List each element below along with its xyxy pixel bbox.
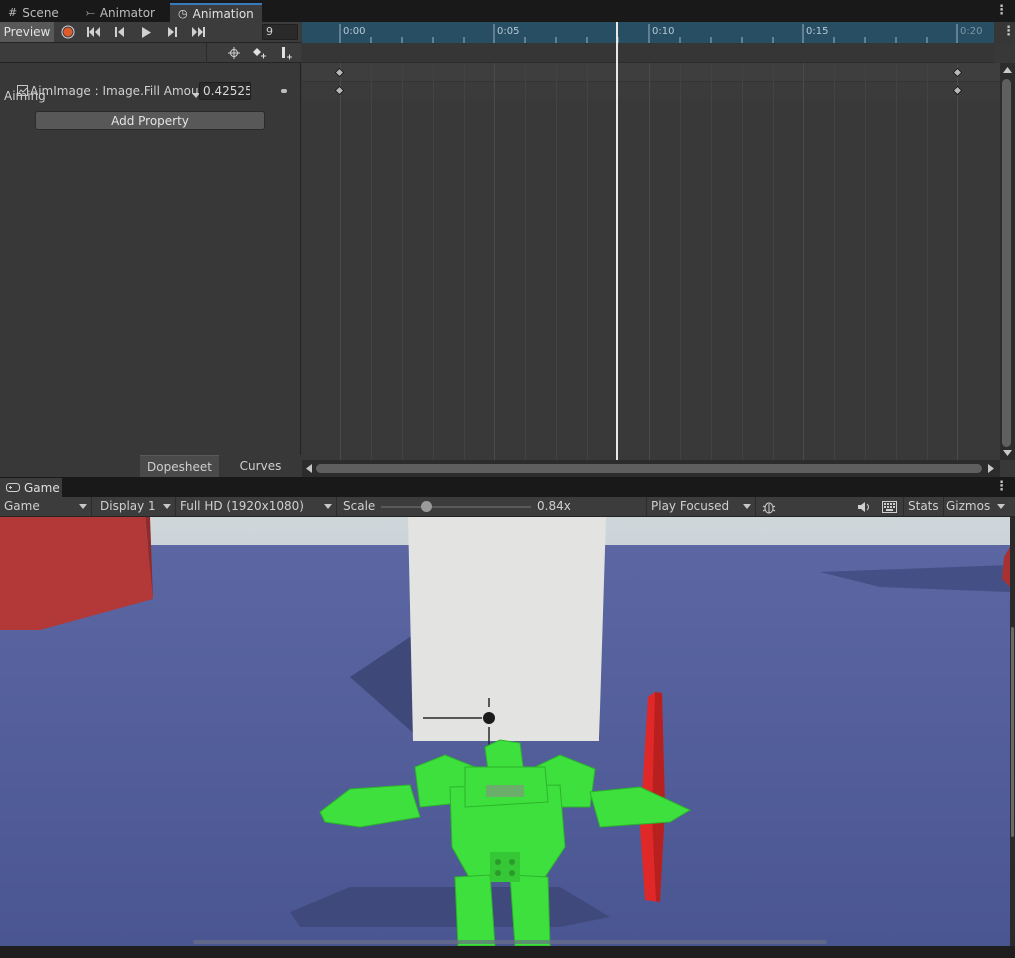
ruler-label: 0:00 xyxy=(343,26,366,37)
add-event-button[interactable] xyxy=(274,43,298,63)
ruler-label: 0:05 xyxy=(497,26,520,37)
tab-animation[interactable]: ◷ Animation xyxy=(170,3,262,22)
game-viewport[interactable] xyxy=(0,517,1010,946)
next-keyframe-button[interactable] xyxy=(159,22,185,42)
last-keyframe-button[interactable] xyxy=(185,22,211,42)
speaker-icon[interactable] xyxy=(857,501,871,513)
play-button[interactable] xyxy=(133,22,159,42)
animator-icon: ⤚ xyxy=(86,5,95,19)
ruler-label: 0:15 xyxy=(806,26,829,37)
play-mode-value: Play Focused xyxy=(651,499,730,513)
ruler-label: 0:10 xyxy=(652,26,675,37)
ruler-ticks xyxy=(339,24,958,43)
clock-icon: ◷ xyxy=(178,7,188,20)
tab-dopesheet[interactable]: Dopesheet xyxy=(140,455,219,477)
game-tab-bar: Game ⋮ xyxy=(0,477,1015,497)
ruler-label: 0:20 xyxy=(960,26,983,37)
display-select-value: Display 1 xyxy=(100,499,156,513)
play-mode-select[interactable]: Play Focused xyxy=(646,497,756,516)
chevron-down-icon xyxy=(324,504,332,509)
gizmos-dropdown-icon[interactable] xyxy=(997,504,1005,509)
frame-input[interactable]: 9 xyxy=(262,24,298,40)
game-tab-menu-icon[interactable]: ⋮ xyxy=(995,480,1008,493)
resolution-select-value: Full HD (1920x1080) xyxy=(180,499,304,513)
viewport-horizontal-scroll[interactable] xyxy=(193,940,827,944)
add-event-icon xyxy=(282,47,292,60)
filter-keyframes-button[interactable] xyxy=(222,43,246,63)
first-keyframe-button[interactable] xyxy=(81,22,107,42)
property-options-icon[interactable] xyxy=(281,89,287,93)
game-toolbar: Game Display 1 Full HD (1920x1080) Scale… xyxy=(0,497,1015,517)
scroll-left-icon xyxy=(306,464,312,473)
property-label: AimImage : Image.Fill Amount xyxy=(30,84,211,98)
scale-label: Scale xyxy=(343,499,376,513)
view-select-value: Game xyxy=(4,499,40,513)
grid-icon: # xyxy=(8,6,18,19)
game-render xyxy=(0,517,1010,946)
view-select[interactable]: Game xyxy=(0,497,92,516)
display-select[interactable]: Display 1 xyxy=(96,497,176,516)
chevron-down-icon xyxy=(743,504,751,509)
clip-row: Aiming xyxy=(0,43,301,103)
scroll-right-icon xyxy=(988,464,994,473)
dopesheet-curves-tabs: Dopesheet Curves xyxy=(140,455,301,477)
stats-button[interactable]: Stats xyxy=(903,497,944,516)
property-row[interactable]: AimImage : Image.Fill Amount 0.42525 xyxy=(0,80,301,102)
vertical-scroll-thumb[interactable] xyxy=(1002,79,1011,447)
editor-tab-bar: # Scene ⤚ Animator ◷ Animation ⋮ xyxy=(0,0,1015,22)
tab-scene-label: Scene xyxy=(22,5,59,20)
scale-slider-thumb[interactable] xyxy=(421,501,432,512)
keyboard-icon[interactable] xyxy=(882,501,897,513)
dopesheet-grid xyxy=(302,63,1000,460)
image-component-icon xyxy=(17,85,28,96)
timeline-options-icon[interactable]: ⋮ xyxy=(1002,25,1015,38)
preview-button[interactable]: Preview xyxy=(0,22,54,42)
chevron-down-icon xyxy=(163,504,171,509)
tab-animation-label: Animation xyxy=(192,6,254,21)
skip-back-icon xyxy=(87,27,100,37)
tab-animator-label: Animator xyxy=(99,5,155,20)
gizmos-button[interactable]: Gizmos xyxy=(946,499,990,513)
skip-forward-icon xyxy=(192,27,205,37)
viewport-vertical-thumb[interactable] xyxy=(1011,627,1014,837)
add-keyframe-icon xyxy=(253,48,266,59)
tab-curves[interactable]: Curves xyxy=(220,455,301,477)
prev-keyframe-button[interactable] xyxy=(107,22,133,42)
property-value-field[interactable]: 0.42525 xyxy=(199,82,251,100)
playhead[interactable] xyxy=(616,22,618,462)
event-lane[interactable] xyxy=(302,43,994,63)
divider xyxy=(206,43,207,63)
tab-game-label: Game xyxy=(24,480,60,495)
resolution-select[interactable]: Full HD (1920x1080) xyxy=(176,497,337,516)
status-bar xyxy=(0,946,1015,958)
step-back-icon xyxy=(115,27,124,37)
timeline-horizontal-scrollbar[interactable] xyxy=(302,460,1000,477)
add-keyframe-button[interactable] xyxy=(247,43,271,63)
scroll-down-icon xyxy=(1003,450,1012,456)
timeline-vertical-scrollbar[interactable] xyxy=(1000,63,1015,460)
time-ruler[interactable]: 0:00 0:05 0:10 0:15 0:20 xyxy=(302,22,994,43)
crosshair-icon xyxy=(228,47,240,59)
scroll-up-icon xyxy=(1003,67,1012,73)
play-icon xyxy=(142,26,151,38)
tab-animator[interactable]: ⤚ Animator xyxy=(78,3,163,22)
add-property-button[interactable]: Add Property xyxy=(35,111,265,130)
scale-slider-track[interactable] xyxy=(381,506,531,508)
chevron-down-icon xyxy=(79,504,87,509)
horizontal-scroll-thumb[interactable] xyxy=(316,464,982,473)
scale-value: 0.84x xyxy=(537,499,571,513)
tab-game[interactable]: Game xyxy=(0,478,62,497)
tab-scene[interactable]: # Scene xyxy=(0,3,67,22)
viewport-vertical-scroll[interactable] xyxy=(1010,517,1015,946)
bug-icon[interactable] xyxy=(762,500,776,514)
tab-menu-icon[interactable]: ⋮ xyxy=(995,4,1008,17)
record-icon xyxy=(61,25,75,39)
animation-toolbar: Preview 9 xyxy=(0,22,301,43)
step-forward-icon xyxy=(168,27,177,37)
gamepad-icon xyxy=(6,483,20,492)
record-button[interactable] xyxy=(55,22,81,42)
